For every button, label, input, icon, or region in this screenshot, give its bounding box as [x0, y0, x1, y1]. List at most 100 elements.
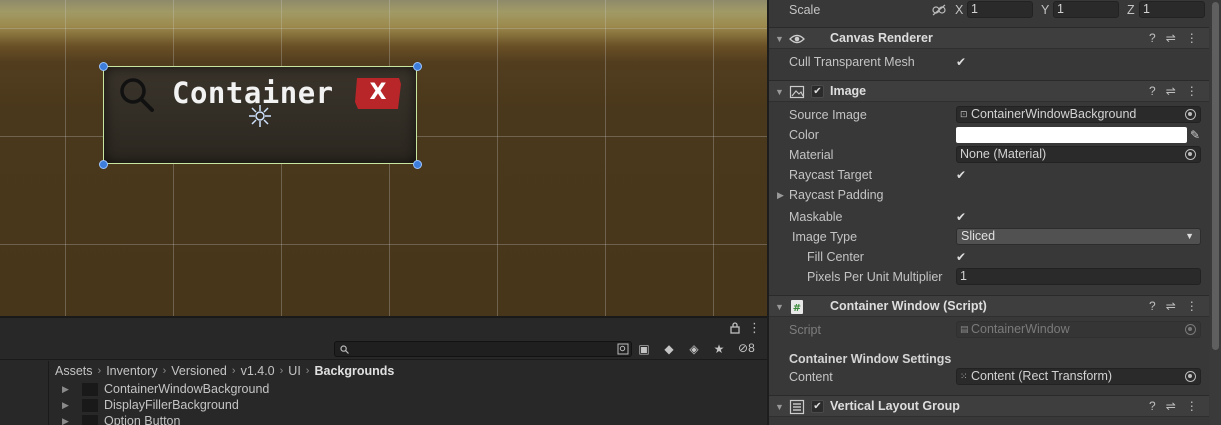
- scale-y-field[interactable]: 1: [1053, 1, 1119, 18]
- fold-arrow-icon[interactable]: ▼: [775, 87, 784, 97]
- fold-arrow-icon[interactable]: ▼: [775, 402, 784, 412]
- material-field[interactable]: None (Material): [956, 146, 1201, 163]
- enabled-checkbox[interactable]: ✔: [811, 85, 824, 98]
- scale-y-label: Y: [1041, 3, 1050, 17]
- project-panel: ⋮ ▣ ◆ ◈ ★ ⊘8 Assets › Inventory › Versione…: [0, 316, 767, 425]
- chevron-down-icon: ▼: [1185, 231, 1194, 241]
- help-icon[interactable]: ?: [1149, 84, 1156, 98]
- breadcrumb-item[interactable]: Inventory: [106, 363, 157, 379]
- favorite-star-icon[interactable]: ★: [708, 341, 730, 357]
- help-icon[interactable]: ?: [1149, 399, 1156, 413]
- chevron-right-icon: ›: [162, 365, 167, 377]
- hidden-packages-toggle[interactable]: ⊘8: [738, 341, 755, 355]
- expand-arrow-icon[interactable]: ▶: [62, 400, 74, 411]
- content-field[interactable]: ⁙ Content (Rect Transform): [956, 368, 1201, 385]
- object-picker-icon[interactable]: [1185, 109, 1196, 120]
- field-label: Raycast Target: [789, 168, 873, 182]
- breadcrumb-item[interactable]: Versioned: [171, 363, 227, 379]
- script-row: Script ▤ ContainerWindow: [769, 320, 1209, 340]
- container-window-header[interactable]: ▼ # Container Window (Script) ? ⇌ ⋮: [769, 295, 1209, 317]
- resize-handle-bottom-left[interactable]: [99, 160, 108, 169]
- raycast-target-row: Raycast Target ✔: [769, 165, 1209, 185]
- more-menu-icon[interactable]: ⋮: [1186, 31, 1198, 45]
- list-item[interactable]: ▶ Option Button: [56, 413, 180, 425]
- fold-arrow-icon[interactable]: ▼: [775, 302, 784, 312]
- section-header: Container Window Settings: [789, 352, 952, 366]
- scale-label: Scale: [789, 3, 821, 17]
- field-label: Script: [789, 323, 821, 337]
- constrain-proportions-icon[interactable]: [932, 4, 946, 16]
- color-swatch[interactable]: [956, 127, 1187, 143]
- scale-row: Scale X 1 Y 1 Z 1: [769, 0, 1209, 20]
- object-picker-icon[interactable]: [1185, 149, 1196, 160]
- fold-arrow-icon[interactable]: ▼: [775, 34, 784, 44]
- project-toolbar: ▣ ◆ ◈ ★ ⊘8: [0, 338, 767, 360]
- script-file-icon: ▤: [960, 324, 969, 334]
- search-input[interactable]: [334, 341, 632, 357]
- breadcrumb-item[interactable]: UI: [288, 363, 301, 379]
- project-folder-tree[interactable]: [0, 361, 49, 425]
- eyedropper-icon[interactable]: ✎: [1190, 125, 1200, 145]
- source-image-field[interactable]: ⊡ ContainerWindowBackground: [956, 106, 1201, 123]
- search-options-icon[interactable]: [617, 343, 629, 355]
- image-icon: [789, 85, 805, 99]
- chevron-right-icon: ›: [305, 365, 310, 377]
- scale-z-field[interactable]: 1: [1139, 1, 1205, 18]
- resize-handle-bottom-right[interactable]: [413, 160, 422, 169]
- expand-arrow-icon[interactable]: ▶: [62, 416, 74, 425]
- more-menu-icon[interactable]: ⋮: [1186, 299, 1198, 313]
- scene-grid-line: [497, 0, 498, 316]
- foldout-arrow-icon[interactable]: ▶: [777, 185, 784, 205]
- preset-icon[interactable]: ⇌: [1166, 299, 1176, 313]
- list-item[interactable]: ▶ DisplayFillerBackground: [56, 397, 239, 413]
- chevron-right-icon: ›: [97, 365, 102, 377]
- checkbox[interactable]: ✔: [956, 211, 969, 224]
- object-picker-icon: [1185, 324, 1196, 335]
- raycast-padding-row[interactable]: ▶ Raycast Padding: [769, 185, 1209, 205]
- more-menu-icon[interactable]: ⋮: [1186, 399, 1198, 413]
- vertical-layout-group-header[interactable]: ▼ ✔ Vertical Layout Group ? ⇌ ⋮: [769, 395, 1209, 417]
- scene-view[interactable]: Container X: [0, 0, 767, 316]
- breadcrumb-item-current[interactable]: Backgrounds: [314, 363, 394, 379]
- pivot-icon[interactable]: [248, 104, 272, 128]
- ppu-multiplier-field[interactable]: 1: [956, 268, 1201, 285]
- file-name: DisplayFillerBackground: [104, 398, 239, 412]
- vertical-layout-icon: [789, 399, 805, 415]
- search-by-type-icon[interactable]: ▣: [633, 341, 655, 357]
- more-menu-icon[interactable]: ⋮: [1186, 84, 1198, 98]
- checkbox[interactable]: ✔: [956, 56, 969, 69]
- object-picker-icon[interactable]: [1185, 371, 1196, 382]
- checkbox[interactable]: ✔: [956, 169, 969, 182]
- svg-text:#: #: [793, 303, 801, 314]
- breadcrumb-item[interactable]: Assets: [55, 363, 93, 379]
- scene-grid-line: [65, 0, 66, 316]
- inspector-scrollbar[interactable]: [1210, 0, 1221, 425]
- material-row: Material None (Material): [769, 145, 1209, 165]
- expand-arrow-icon[interactable]: ▶: [62, 384, 74, 395]
- search-by-label-icon[interactable]: ◆: [658, 341, 680, 357]
- image-component-header[interactable]: ▼ ✔ Image ? ⇌ ⋮: [769, 80, 1209, 102]
- preset-icon[interactable]: ⇌: [1166, 84, 1176, 98]
- scrollbar-thumb[interactable]: [1212, 2, 1219, 350]
- breadcrumb: Assets › Inventory › Versioned › v1.4.0 › UI…: [55, 363, 394, 379]
- lock-icon[interactable]: [730, 322, 740, 334]
- resize-handle-top-right[interactable]: [413, 62, 422, 71]
- resize-handle-top-left[interactable]: [99, 62, 108, 71]
- checkbox[interactable]: ✔: [956, 251, 969, 264]
- component-title: Canvas Renderer: [830, 31, 933, 45]
- preset-icon[interactable]: ⇌: [1166, 31, 1176, 45]
- more-menu-icon[interactable]: ⋮: [748, 320, 761, 336]
- canvas-renderer-header[interactable]: ▼ Canvas Renderer ? ⇌ ⋮: [769, 27, 1209, 49]
- field-value: ContainerWindowBackground: [971, 107, 1137, 121]
- preset-icon[interactable]: ⇌: [1166, 399, 1176, 413]
- scale-x-field[interactable]: 1: [967, 1, 1033, 18]
- image-type-dropdown[interactable]: Sliced ▼: [956, 228, 1201, 245]
- tag-icon[interactable]: ◈: [683, 341, 705, 357]
- help-icon[interactable]: ?: [1149, 31, 1156, 45]
- list-item[interactable]: ▶ ContainerWindowBackground: [56, 381, 269, 397]
- content-row: Content ⁙ Content (Rect Transform): [769, 367, 1209, 387]
- field-value: ContainerWindow: [971, 322, 1070, 336]
- enabled-checkbox[interactable]: ✔: [811, 400, 824, 413]
- breadcrumb-item[interactable]: v1.4.0: [241, 363, 275, 379]
- help-icon[interactable]: ?: [1149, 299, 1156, 313]
